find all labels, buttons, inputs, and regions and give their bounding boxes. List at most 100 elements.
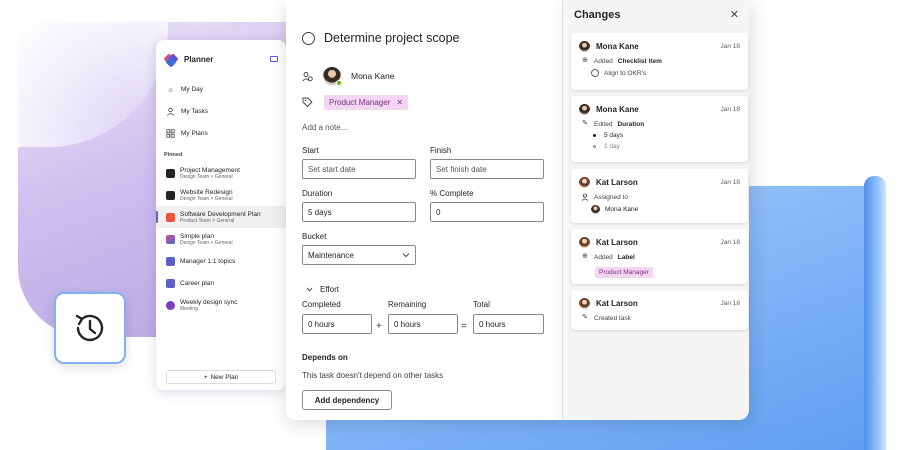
- avatar: [579, 236, 590, 248]
- complete-task-checkbox[interactable]: [302, 31, 315, 45]
- change-author: Kat Larson: [596, 237, 638, 247]
- plan-name: Simple plan: [180, 232, 214, 240]
- sidebar-item-my-plans[interactable]: My Plans: [164, 122, 278, 144]
- avatar: [579, 103, 590, 115]
- grid-icon: [166, 128, 175, 138]
- task-details-panel: Determine project scope Mona Kane Produc…: [286, 0, 562, 420]
- task-title[interactable]: Determine project scope: [324, 31, 459, 45]
- bucket-select[interactable]: Maintenance: [302, 245, 416, 265]
- remove-label-icon[interactable]: ✕: [396, 98, 403, 107]
- change-card: Mona Kane Jan 18 ⊕ Added Checklist item …: [571, 33, 748, 90]
- change-action: Added: [594, 253, 613, 261]
- avatar[interactable]: [323, 67, 342, 86]
- plan-item-software-development-plan[interactable]: Software Development Plan Product Team > …: [156, 206, 286, 228]
- change-target: Label: [617, 253, 635, 261]
- plan-name: Manager 1:1 topics: [180, 257, 236, 265]
- change-action: Edited: [594, 120, 613, 128]
- change-card: Mona Kane Jan 18 ✎ Edited Duration 5 day…: [571, 96, 748, 162]
- plan-item-weekly-design-sync[interactable]: Weekly design sync Meeting: [164, 294, 278, 316]
- effort-section-toggle[interactable]: Effort: [306, 285, 339, 294]
- plan-item-career-plan[interactable]: Career plan: [164, 272, 278, 294]
- plus-icon: +: [203, 373, 208, 381]
- plan-name: Career plan: [180, 279, 214, 287]
- tag-icon: [302, 97, 313, 108]
- plan-name: Project Management: [180, 166, 240, 174]
- pencil-icon: ✎: [582, 314, 588, 321]
- finish-label: Finish: [430, 146, 452, 155]
- change-author: Mona Kane: [596, 104, 639, 114]
- assign-people-icon: [302, 71, 313, 82]
- background-blue-edge: [864, 176, 886, 450]
- collapse-sidebar-icon[interactable]: [270, 56, 278, 62]
- equals-operator: =: [461, 321, 467, 332]
- plan-subtitle: Design Team > General: [180, 195, 233, 202]
- change-date: Jan 18: [720, 105, 740, 113]
- plan-subtitle: Design Team > General: [180, 173, 233, 180]
- bucket-value: Maintenance: [308, 250, 354, 260]
- bucket-label: Bucket: [302, 232, 327, 241]
- plan-icon: [166, 234, 175, 244]
- finish-date-input[interactable]: Set finish date: [430, 159, 544, 179]
- change-action: Added: [594, 57, 613, 65]
- change-card: Kat Larson Jan 18 ✎ Created task: [571, 290, 748, 330]
- sidebar-item-label: My Day: [181, 85, 204, 93]
- close-icon[interactable]: ✕: [730, 8, 739, 21]
- plan-subtitle: Design Team > General: [180, 239, 233, 246]
- depends-on-heading: Depends on: [302, 353, 348, 362]
- avatar: [579, 297, 590, 309]
- avatar: [579, 176, 590, 188]
- change-detail: Align to OKR's: [604, 69, 647, 77]
- planner-logo-icon: [163, 52, 179, 68]
- change-new-value: 5 days: [604, 132, 624, 139]
- plan-icon: [166, 190, 175, 200]
- add-note-field[interactable]: Add a note...: [302, 123, 347, 132]
- percent-complete-input[interactable]: 0: [430, 202, 544, 222]
- changes-panel: Changes ✕ Mona Kane Jan 18 ⊕ Added Check…: [562, 0, 749, 420]
- plan-item-manager-1-1-topics[interactable]: Manager 1:1 topics: [164, 250, 278, 272]
- change-detail: Mona Kane: [605, 206, 639, 213]
- total-hours-input[interactable]: 0 hours: [473, 314, 544, 334]
- percent-complete-label: % Complete: [430, 189, 474, 198]
- new-plan-button[interactable]: + New Plan: [166, 370, 276, 384]
- effort-label: Effort: [320, 285, 339, 294]
- change-author: Mona Kane: [596, 41, 639, 51]
- sidebar-item-my-day[interactable]: ☼ My Day: [164, 78, 278, 100]
- change-target: Duration: [617, 120, 645, 128]
- plan-name: Website Redesign: [180, 188, 233, 196]
- plan-subtitle: Product Team > General: [180, 217, 235, 224]
- plan-item-simple-plan[interactable]: Simple plan Design Team > General: [164, 228, 278, 250]
- add-circle-icon: ⊕: [582, 57, 588, 64]
- plan-icon: [166, 300, 175, 310]
- label-chip[interactable]: Product Manager ✕: [324, 95, 409, 110]
- plan-item-project-management[interactable]: Project Management Design Team > General: [164, 162, 278, 184]
- total-label: Total: [473, 300, 490, 309]
- completed-hours-input[interactable]: 0 hours: [302, 314, 372, 334]
- change-author: Kat Larson: [596, 298, 638, 308]
- task-title-row: Determine project scope: [302, 31, 459, 45]
- sidebar-item-label: My Tasks: [181, 107, 208, 115]
- planner-sidebar: Planner ☼ My Day My Tasks My Plans Pinne…: [156, 40, 286, 390]
- history-icon: [75, 314, 104, 342]
- pinned-heading: Pinned: [164, 152, 183, 158]
- sidebar-item-label: My Plans: [181, 129, 208, 137]
- assignee-name: Mona Kane: [351, 71, 395, 81]
- sidebar-item-my-tasks[interactable]: My Tasks: [164, 100, 278, 122]
- presence-available-icon: [336, 80, 342, 86]
- pinned-plans-list: Project Management Design Team > General …: [156, 162, 286, 316]
- change-card: Kat Larson Jan 18 Assigned to Mona Kane: [571, 169, 748, 223]
- plan-item-website-redesign[interactable]: Website Redesign Design Team > General: [164, 184, 278, 206]
- change-date: Jan 18: [720, 178, 740, 186]
- change-target: Checklist item: [617, 57, 662, 65]
- depends-on-text: This task doesn't depend on other tasks: [302, 371, 444, 380]
- start-date-input[interactable]: Set start date: [302, 159, 416, 179]
- checklist-circle-icon: [591, 69, 599, 77]
- plus-operator: +: [376, 321, 382, 332]
- plan-icon: [166, 168, 175, 178]
- chevron-down-icon: [306, 287, 313, 292]
- remaining-hours-input[interactable]: 0 hours: [388, 314, 458, 334]
- add-dependency-button[interactable]: Add dependency: [302, 390, 392, 410]
- pencil-icon: ✎: [582, 120, 588, 127]
- sidebar-header: Planner: [163, 50, 278, 68]
- duration-input[interactable]: 5 days: [302, 202, 416, 222]
- person-icon: [581, 193, 589, 201]
